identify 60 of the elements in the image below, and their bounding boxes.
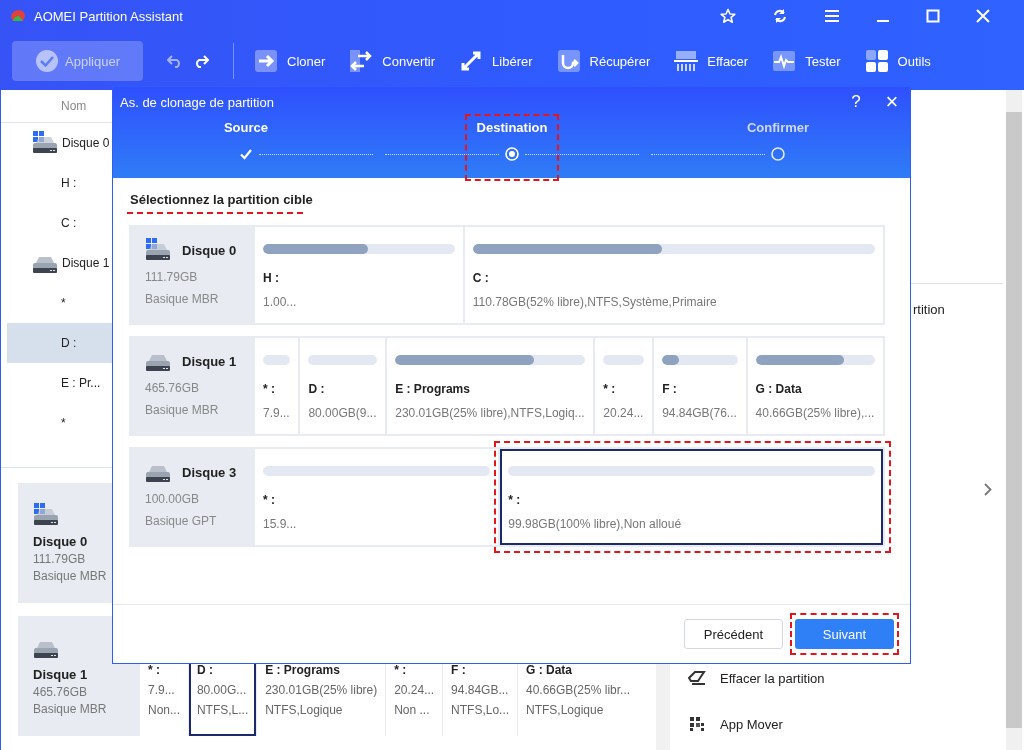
- disk-name: Disque 0: [33, 534, 89, 549]
- disk-size: 465.76GB: [33, 685, 89, 699]
- disk-name: Disque 1: [33, 667, 89, 682]
- partition-name: G : Data: [526, 663, 573, 677]
- disk-type: Basique MBR: [33, 569, 108, 583]
- disk-name: Disque 1: [182, 353, 237, 369]
- partition-name: * :: [263, 382, 276, 396]
- partition-info: 230.01GB(25% libre),NTFS,Logiq...: [395, 406, 586, 420]
- disk-type: Basique MBR: [33, 702, 108, 716]
- partition-info: 40.66GB(25% libre),...: [755, 406, 876, 420]
- window-title: AOMEI Partition Assistant: [34, 8, 183, 24]
- partition-name: * :: [148, 663, 161, 677]
- partition-info: NTFS,Logique: [265, 703, 344, 717]
- partition-name: C :: [472, 271, 490, 285]
- partition-name: E : Programs: [395, 382, 471, 396]
- partition-name: D :: [308, 382, 326, 396]
- partition-size: 230.01GB(25% libre): [265, 683, 379, 697]
- partition-info: 7.9...: [263, 406, 291, 420]
- disk-name: Disque 0: [182, 242, 237, 258]
- disk-type: Basique GPT: [145, 514, 218, 528]
- partition-name: F :: [451, 663, 467, 677]
- partition-info: Non ...: [394, 703, 431, 717]
- partition-name: H :: [263, 271, 280, 285]
- partition-info: 80.00GB(9...: [308, 406, 378, 420]
- partition-info: 15.9...: [263, 517, 298, 531]
- partition-info: NTFS,Logique: [526, 703, 605, 717]
- partition-size: 7.9...: [148, 683, 176, 697]
- step-label: Source: [223, 120, 269, 135]
- partition-size: 40.66GB(25% libr...: [526, 683, 632, 697]
- partition-name: * :: [394, 663, 408, 677]
- partition-info: Non...: [148, 703, 181, 717]
- disk-type: Basique MBR: [145, 403, 220, 417]
- step-label: Confirmer: [746, 120, 810, 135]
- partition-info: NTFS,L...: [196, 703, 250, 717]
- disk-size: 100.00GB: [145, 492, 201, 506]
- disk-name: Disque 3: [182, 464, 237, 480]
- partition-info: NTFS,Lo...: [451, 703, 511, 717]
- partition-name: * :: [508, 493, 522, 507]
- partition-info: 1.00...: [263, 295, 298, 309]
- partition-info: 99.98GB(100% libre),Non alloué: [508, 517, 683, 531]
- dialog-title: As. de clonage de partition: [120, 94, 274, 110]
- partition-size: 20.24...: [394, 683, 436, 697]
- step-label: Destination: [476, 120, 548, 135]
- disk-size: 111.79GB: [33, 552, 87, 566]
- partition-size: 80.00G...: [196, 683, 248, 697]
- partition-size: 94.84GB...: [451, 683, 510, 697]
- panel-text: rtition: [913, 302, 945, 317]
- partition-name: E : Programs: [265, 663, 341, 677]
- disk-size: 111.79GB: [145, 270, 199, 284]
- disk-size: 465.76GB: [145, 381, 201, 395]
- partition-name: * :: [603, 382, 617, 396]
- partition-info: 110.78GB(52% libre),NTFS,Système,Primaire: [472, 295, 718, 309]
- section-heading: Sélectionnez la partition cible: [130, 192, 313, 207]
- partition-name: F :: [662, 382, 678, 396]
- partition-name: G : Data: [755, 382, 803, 396]
- partition-info: 94.84GB(76...: [662, 406, 738, 420]
- partition-name: * :: [263, 493, 276, 507]
- disk-type: Basique MBR: [145, 292, 220, 306]
- partition-name: D :: [196, 663, 214, 677]
- partition-info: 20.24...: [603, 406, 645, 420]
